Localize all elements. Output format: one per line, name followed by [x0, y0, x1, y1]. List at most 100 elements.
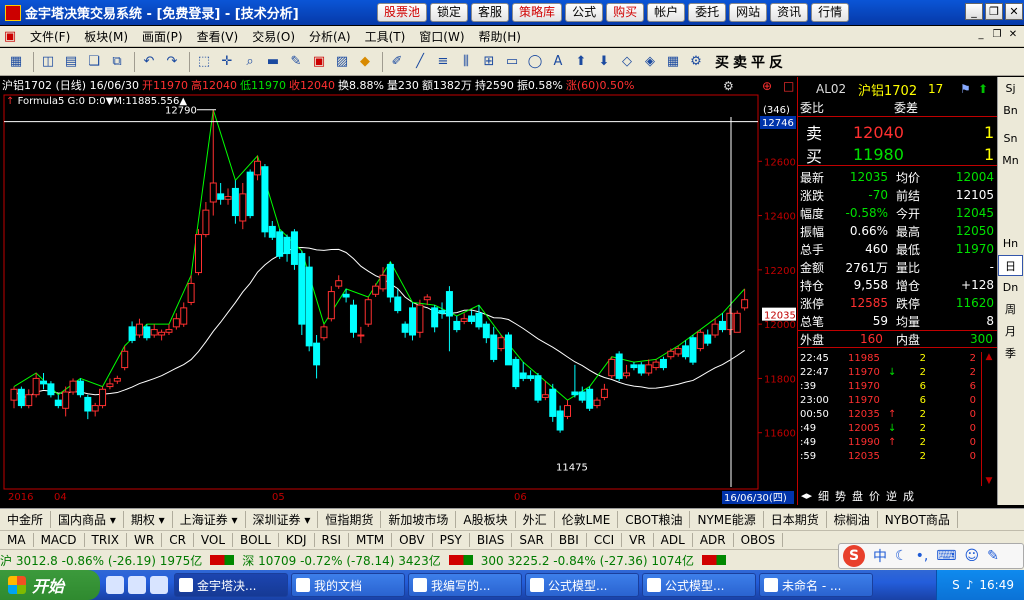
sogou-icon[interactable]: S [843, 545, 865, 567]
stock-pool-button[interactable]: 股票池 [377, 3, 428, 22]
market-tab[interactable]: 棕榈油 [827, 511, 878, 528]
formula-button[interactable]: 公式 [565, 3, 604, 22]
chart-settings-icon[interactable]: ⚙ [723, 79, 734, 93]
indicator-tab[interactable]: MTM [349, 533, 393, 547]
indicator-tab[interactable]: TRIX [85, 533, 127, 547]
mdi-restore-icon[interactable]: ❐ [990, 28, 1004, 42]
tab-trend[interactable]: 势 [832, 488, 849, 504]
menu-view[interactable]: 查看(V) [190, 28, 246, 45]
settings-icon[interactable]: ⚙ [686, 52, 706, 72]
indicator-tab[interactable]: CCI [587, 533, 623, 547]
wrench-icon[interactable]: ✎ [987, 548, 999, 564]
chart-plus-icon[interactable]: ⊕ [762, 79, 772, 93]
period-mn[interactable]: Mn [998, 150, 1023, 171]
ime-mode[interactable]: 中 [873, 546, 887, 566]
draw-icon[interactable]: ✎ [286, 52, 306, 72]
service-button[interactable]: 客服 [471, 3, 510, 22]
pointer-icon[interactable]: ⬚ [194, 52, 214, 72]
market-tab[interactable]: NYME能源 [690, 511, 764, 528]
eraser-icon[interactable]: ◇ [617, 52, 637, 72]
zoom-window-icon[interactable]: ⧉ [107, 52, 127, 72]
market-tab[interactable]: NYBOT商品 [878, 511, 958, 528]
magnifier-icon[interactable]: ⌕ [240, 52, 260, 72]
undo-icon[interactable]: ↶ [139, 52, 159, 72]
menu-file[interactable]: 文件(F) [23, 28, 77, 45]
account-button[interactable]: 帐户 [647, 3, 686, 22]
mdi-close-icon[interactable]: ✕ [1006, 28, 1020, 42]
indicator-tab[interactable]: CR [162, 533, 194, 547]
indicator-tab[interactable]: BOLL [233, 533, 279, 547]
indicator-tab[interactable]: WR [127, 533, 163, 547]
user-icon[interactable]: ☺ [965, 548, 980, 564]
market-tab[interactable]: 新加坡市场 [381, 511, 457, 528]
tab-reverse[interactable]: 逆 [883, 488, 900, 504]
task-written[interactable]: 我编写的... [408, 573, 522, 597]
period-sj[interactable]: Sj [998, 78, 1023, 99]
order-button[interactable]: 委托 [688, 3, 727, 22]
market-tab[interactable]: 期权 ▾ [124, 511, 173, 528]
chart-icon[interactable]: ▬ [263, 52, 283, 72]
line-icon[interactable]: ╱ [410, 52, 430, 72]
tab-price[interactable]: 价 [866, 488, 883, 504]
minimize-icon[interactable]: _ [965, 3, 983, 20]
period-bn[interactable]: Bn [998, 100, 1023, 121]
menu-view-page[interactable]: 画面(P) [135, 28, 190, 45]
indicator-tab[interactable]: VR [622, 533, 654, 547]
text-tool-icon[interactable]: A [548, 52, 568, 72]
market-tab[interactable]: 中金所 [0, 511, 52, 528]
redo-icon[interactable]: ↷ [162, 52, 182, 72]
period-week[interactable]: 周 [998, 299, 1023, 320]
close-icon[interactable]: ✕ [1005, 3, 1023, 20]
quote-mode-icon[interactable]: ⚑ [960, 82, 971, 96]
tab-book[interactable]: 盘 [849, 488, 866, 504]
indicator-tab[interactable]: PSY [433, 533, 470, 547]
chart-close-icon[interactable]: □ [783, 79, 794, 93]
market-tab[interactable]: A股板块 [456, 511, 516, 528]
circle-icon[interactable]: ◯ [525, 52, 545, 72]
restore-icon[interactable]: ❐ [985, 3, 1003, 20]
kline-chart[interactable]: 11600 11800 12000 12200 12400 12600 2016 04 05 06… [0, 77, 797, 505]
menu-sector[interactable]: 板块(M) [77, 28, 135, 45]
trade-shortcuts[interactable]: 买卖平反 [715, 52, 787, 72]
tab-prev-icon[interactable]: ◂▸ [798, 489, 815, 502]
period-sn[interactable]: Sn [998, 128, 1023, 149]
erase-all-icon[interactable]: ◈ [640, 52, 660, 72]
indicator-tab[interactable]: VOL [194, 533, 234, 547]
period-hn[interactable]: Hn [998, 233, 1023, 254]
scroll-up-icon[interactable]: ▲ [982, 352, 996, 362]
tab-detail[interactable]: 细 [815, 488, 832, 504]
task-app[interactable]: 金宇塔决... [174, 573, 288, 597]
keyboard-icon[interactable]: ⌨ [936, 548, 956, 564]
tick-scrollbar[interactable]: ▲ ▼ [981, 352, 996, 486]
crosshair-icon[interactable]: ✛ [217, 52, 237, 72]
photo-icon[interactable]: ▨ [332, 52, 352, 72]
strategy-button[interactable]: 策略库 [512, 3, 563, 22]
task-formula1[interactable]: 公式模型... [525, 573, 639, 597]
ime-toolbar[interactable]: S 中 ☾ •, ⌨ ☺ ✎ [838, 543, 1024, 569]
copy-icon[interactable]: ❏ [84, 52, 104, 72]
grid-icon[interactable]: ▦ [6, 52, 26, 72]
warning-icon[interactable]: ◆ [355, 52, 375, 72]
indicator-tab[interactable]: ADL [654, 533, 693, 547]
quote-up-icon[interactable]: ⬆ [978, 82, 988, 96]
start-button[interactable]: 开始 [0, 570, 100, 600]
news-button[interactable]: 资讯 [770, 3, 809, 22]
buy-button[interactable]: 购买 [606, 3, 645, 22]
indicator-tab[interactable]: RSI [315, 533, 350, 547]
menu-help[interactable]: 帮助(H) [472, 28, 528, 45]
market-tab[interactable]: 上海证券 ▾ [173, 511, 246, 528]
arrow-down-icon[interactable]: ⬇ [594, 52, 614, 72]
period-day[interactable]: 日 [998, 255, 1023, 276]
tag-icon[interactable]: ▣ [309, 52, 329, 72]
parallel-lines-icon[interactable]: ≡ [433, 52, 453, 72]
quotes-button[interactable]: 行情 [811, 3, 850, 22]
tray-sogou-icon[interactable]: S [952, 578, 960, 592]
tray-volume-icon[interactable]: ♪ [966, 578, 974, 592]
market-tab[interactable]: 国内商品 ▾ [51, 511, 124, 528]
indicator-tab[interactable]: ADR [693, 533, 734, 547]
menu-trade[interactable]: 交易(O) [245, 28, 302, 45]
palette-icon[interactable]: ▦ [663, 52, 683, 72]
indicator-tab[interactable]: SAR [512, 533, 552, 547]
indicator-tab[interactable]: MA [0, 533, 34, 547]
market-tab[interactable]: 深圳证券 ▾ [246, 511, 319, 528]
